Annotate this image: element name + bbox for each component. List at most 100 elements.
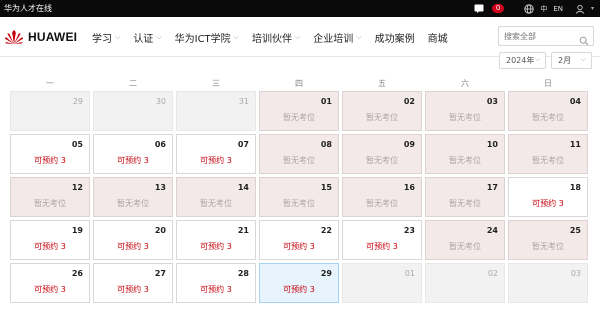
calendar-day-cell[interactable]: 19 可预约 3 bbox=[10, 220, 90, 260]
day-number: 25 bbox=[569, 226, 581, 235]
available-slots-label: 可预约 3 bbox=[34, 156, 66, 165]
calendar-day-cell[interactable]: 08 暂无考位 bbox=[259, 134, 339, 174]
calendar-day-cell[interactable]: 27 可预约 3 bbox=[93, 263, 173, 303]
no-slots-label: 暂无考位 bbox=[34, 199, 66, 208]
nav-item-training-partners[interactable]: 培训伙伴 ⌵ bbox=[252, 30, 300, 45]
no-slots-label: 暂无考位 bbox=[283, 156, 315, 165]
calendar-day-cell[interactable]: 13 暂无考位 bbox=[93, 177, 173, 217]
message-count-badge[interactable]: 0 bbox=[491, 4, 505, 13]
search-icon[interactable] bbox=[579, 31, 589, 50]
calendar-grid: 29 30 31 01 暂无考位 02 暂无考位 03 暂无考位 04 暂无考位 05 可预约 3 06 可… bbox=[10, 91, 588, 303]
calendar-day-cell[interactable]: 02 暂无考位 bbox=[342, 91, 422, 131]
calendar-day-cell[interactable]: 15 暂无考位 bbox=[259, 177, 339, 217]
calendar-day-cell[interactable]: 17 暂无考位 bbox=[425, 177, 505, 217]
no-slots-label: 暂无考位 bbox=[117, 199, 149, 208]
nav-item-store[interactable]: 商城 bbox=[428, 30, 448, 45]
weekday-label: 五 bbox=[378, 79, 386, 88]
chevron-down-icon[interactable]: ▾ bbox=[591, 5, 594, 12]
calendar-day-cell[interactable]: 29 可预约 3 bbox=[259, 263, 339, 303]
calendar-day-cell: 02 bbox=[425, 263, 505, 303]
nav-item-learning[interactable]: 学习 ⌵ bbox=[92, 30, 120, 45]
no-slots-label: 暂无考位 bbox=[449, 156, 481, 165]
calendar-day-cell[interactable]: 28 可预约 3 bbox=[176, 263, 256, 303]
day-number: 29 bbox=[72, 97, 83, 106]
calendar-day-cell[interactable]: 21 可预约 3 bbox=[176, 220, 256, 260]
nav-item-enterprise-training[interactable]: 企业培训 ⌵ bbox=[313, 30, 361, 45]
day-number: 06 bbox=[154, 140, 166, 149]
calendar-day-cell[interactable]: 16 暂无考位 bbox=[342, 177, 422, 217]
weekday-label: 六 bbox=[461, 79, 469, 88]
no-slots-label: 暂无考位 bbox=[449, 199, 481, 208]
day-number: 09 bbox=[403, 140, 415, 149]
nav-menu: 学习 ⌵ 认证 ⌵ 华为ICT学院 ⌵ 培训伙伴 ⌵ 企业培训 ⌵ 成功案例 商城 bbox=[92, 28, 461, 46]
lang-zh[interactable]: 中 bbox=[540, 4, 547, 14]
nav-item-label: 华为ICT学院 bbox=[174, 33, 231, 45]
nav-item-certification[interactable]: 认证 ⌵ bbox=[133, 30, 161, 45]
search-input[interactable] bbox=[504, 31, 580, 41]
calendar-day-cell[interactable]: 26 可预约 3 bbox=[10, 263, 90, 303]
nav-item-label: 学习 bbox=[92, 33, 112, 45]
calendar-day-cell[interactable]: 12 暂无考位 bbox=[10, 177, 90, 217]
calendar-day-cell[interactable]: 24 暂无考位 bbox=[425, 220, 505, 260]
nav-item-label: 培训伙伴 bbox=[251, 33, 292, 45]
no-slots-label: 暂无考位 bbox=[366, 156, 398, 165]
calendar-day-cell[interactable]: 05 可预约 3 bbox=[10, 134, 90, 174]
day-number: 10 bbox=[486, 140, 498, 149]
nav-item-label: 企业培训 bbox=[313, 33, 354, 45]
calendar-day-cell: 31 bbox=[176, 91, 256, 131]
weekday-label: 一 bbox=[46, 79, 54, 88]
day-number: 13 bbox=[154, 183, 166, 192]
calendar-day-cell: 01 bbox=[342, 263, 422, 303]
day-number: 18 bbox=[569, 183, 581, 192]
lang-en[interactable]: EN bbox=[553, 5, 563, 13]
calendar-day-cell[interactable]: 23 可预约 3 bbox=[342, 220, 422, 260]
year-select-value: 2024年 bbox=[506, 56, 535, 65]
available-slots-label: 可预约 3 bbox=[117, 242, 149, 251]
nav-item-ict-academy[interactable]: 华为ICT学院 ⌵ bbox=[175, 30, 239, 45]
brand-name: HUAWEI bbox=[28, 30, 78, 44]
year-select[interactable]: 2024年 ⌵ bbox=[499, 52, 546, 69]
day-number: 26 bbox=[71, 269, 83, 278]
weekday-label: 日 bbox=[544, 79, 552, 88]
day-number: 02 bbox=[487, 269, 498, 278]
weekday-header: 一 二 三 四 五 六 日 bbox=[10, 78, 590, 89]
calendar-day-cell[interactable]: 01 暂无考位 bbox=[259, 91, 339, 131]
nav-item-label: 商城 bbox=[427, 33, 448, 45]
nav-item-success-stories[interactable]: 成功案例 bbox=[375, 30, 415, 45]
day-number: 07 bbox=[237, 140, 249, 149]
calendar-day-cell[interactable]: 14 暂无考位 bbox=[176, 177, 256, 217]
day-number: 03 bbox=[570, 269, 581, 278]
huawei-flower-icon bbox=[5, 30, 23, 44]
calendar-day-cell[interactable]: 06 可预约 3 bbox=[93, 134, 173, 174]
calendar-day-cell[interactable]: 20 可预约 3 bbox=[93, 220, 173, 260]
day-number: 30 bbox=[155, 97, 166, 106]
chevron-down-icon: ⌵ bbox=[356, 32, 362, 41]
available-slots-label: 可预约 3 bbox=[117, 285, 149, 294]
day-number: 03 bbox=[486, 97, 498, 106]
day-number: 08 bbox=[320, 140, 332, 149]
day-number: 14 bbox=[237, 183, 249, 192]
available-slots-label: 可预约 3 bbox=[200, 242, 232, 251]
day-number: 29 bbox=[320, 269, 332, 278]
calendar-day-cell[interactable]: 18 可预约 3 bbox=[508, 177, 588, 217]
calendar-day-cell[interactable]: 22 可预约 3 bbox=[259, 220, 339, 260]
calendar-day-cell[interactable]: 03 暂无考位 bbox=[425, 91, 505, 131]
calendar-day-cell[interactable]: 09 暂无考位 bbox=[342, 134, 422, 174]
site-name[interactable]: 华为人才在线 bbox=[4, 3, 52, 14]
month-select[interactable]: 2月 ⌵ bbox=[551, 52, 592, 69]
available-slots-label: 可预约 3 bbox=[200, 285, 232, 294]
day-number: 02 bbox=[403, 97, 415, 106]
day-number: 21 bbox=[237, 226, 249, 235]
message-icon[interactable] bbox=[474, 4, 484, 13]
calendar-day-cell[interactable]: 11 暂无考位 bbox=[508, 134, 588, 174]
calendar-day-cell[interactable]: 10 暂无考位 bbox=[425, 134, 505, 174]
user-icon[interactable] bbox=[575, 4, 585, 14]
globe-icon[interactable] bbox=[524, 3, 534, 14]
calendar-day-cell[interactable]: 07 可预约 3 bbox=[176, 134, 256, 174]
no-slots-label: 暂无考位 bbox=[366, 113, 398, 122]
weekday-label: 三 bbox=[212, 79, 220, 88]
calendar-day-cell[interactable]: 04 暂无考位 bbox=[508, 91, 588, 131]
huawei-logo[interactable]: HUAWEI bbox=[4, 27, 77, 47]
calendar-day-cell[interactable]: 25 暂无考位 bbox=[508, 220, 588, 260]
day-number: 28 bbox=[237, 269, 249, 278]
